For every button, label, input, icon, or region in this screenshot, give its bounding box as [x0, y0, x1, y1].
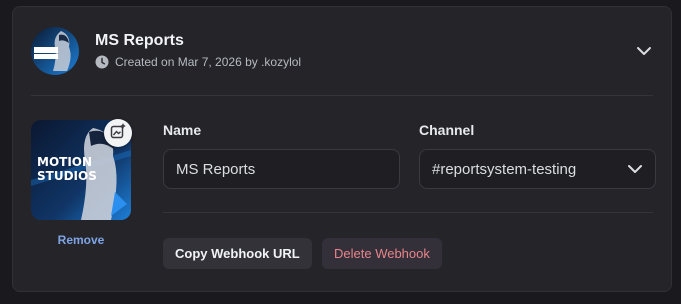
- avatar-text-1: MOTION: [37, 155, 92, 169]
- copy-webhook-url-button[interactable]: Copy Webhook URL: [163, 238, 312, 269]
- webhook-created-meta: Created on Mar 7, 2026 by .kozylol: [95, 55, 301, 69]
- chevron-down-icon: [636, 43, 652, 61]
- webhook-card: MS Reports Created on Mar 7, 2026 by .ko…: [12, 6, 672, 292]
- image-upload-icon: [110, 123, 126, 144]
- webhook-avatar: [31, 27, 79, 75]
- remove-avatar-link[interactable]: Remove: [31, 233, 131, 247]
- form-divider: [163, 212, 653, 213]
- created-text: Created on Mar 7, 2026 by .kozylol: [115, 55, 302, 69]
- header-divider: [31, 95, 653, 96]
- channel-select[interactable]: #reportsystem-testing: [419, 149, 656, 189]
- upload-avatar-button[interactable]: [104, 119, 132, 147]
- name-label: Name: [163, 122, 202, 138]
- name-input-value: MS Reports: [176, 160, 256, 178]
- clock-icon: [95, 55, 109, 69]
- collapse-chevron[interactable]: [635, 43, 653, 61]
- channel-label: Channel: [419, 122, 475, 138]
- name-input[interactable]: MS Reports: [163, 149, 400, 189]
- avatar-text-2: STUDIOS: [37, 169, 97, 183]
- delete-webhook-button[interactable]: Delete Webhook: [322, 238, 442, 269]
- webhook-title: MS Reports: [95, 32, 184, 49]
- chevron-down-icon: [627, 161, 643, 178]
- channel-select-value: #reportsystem-testing: [432, 160, 577, 178]
